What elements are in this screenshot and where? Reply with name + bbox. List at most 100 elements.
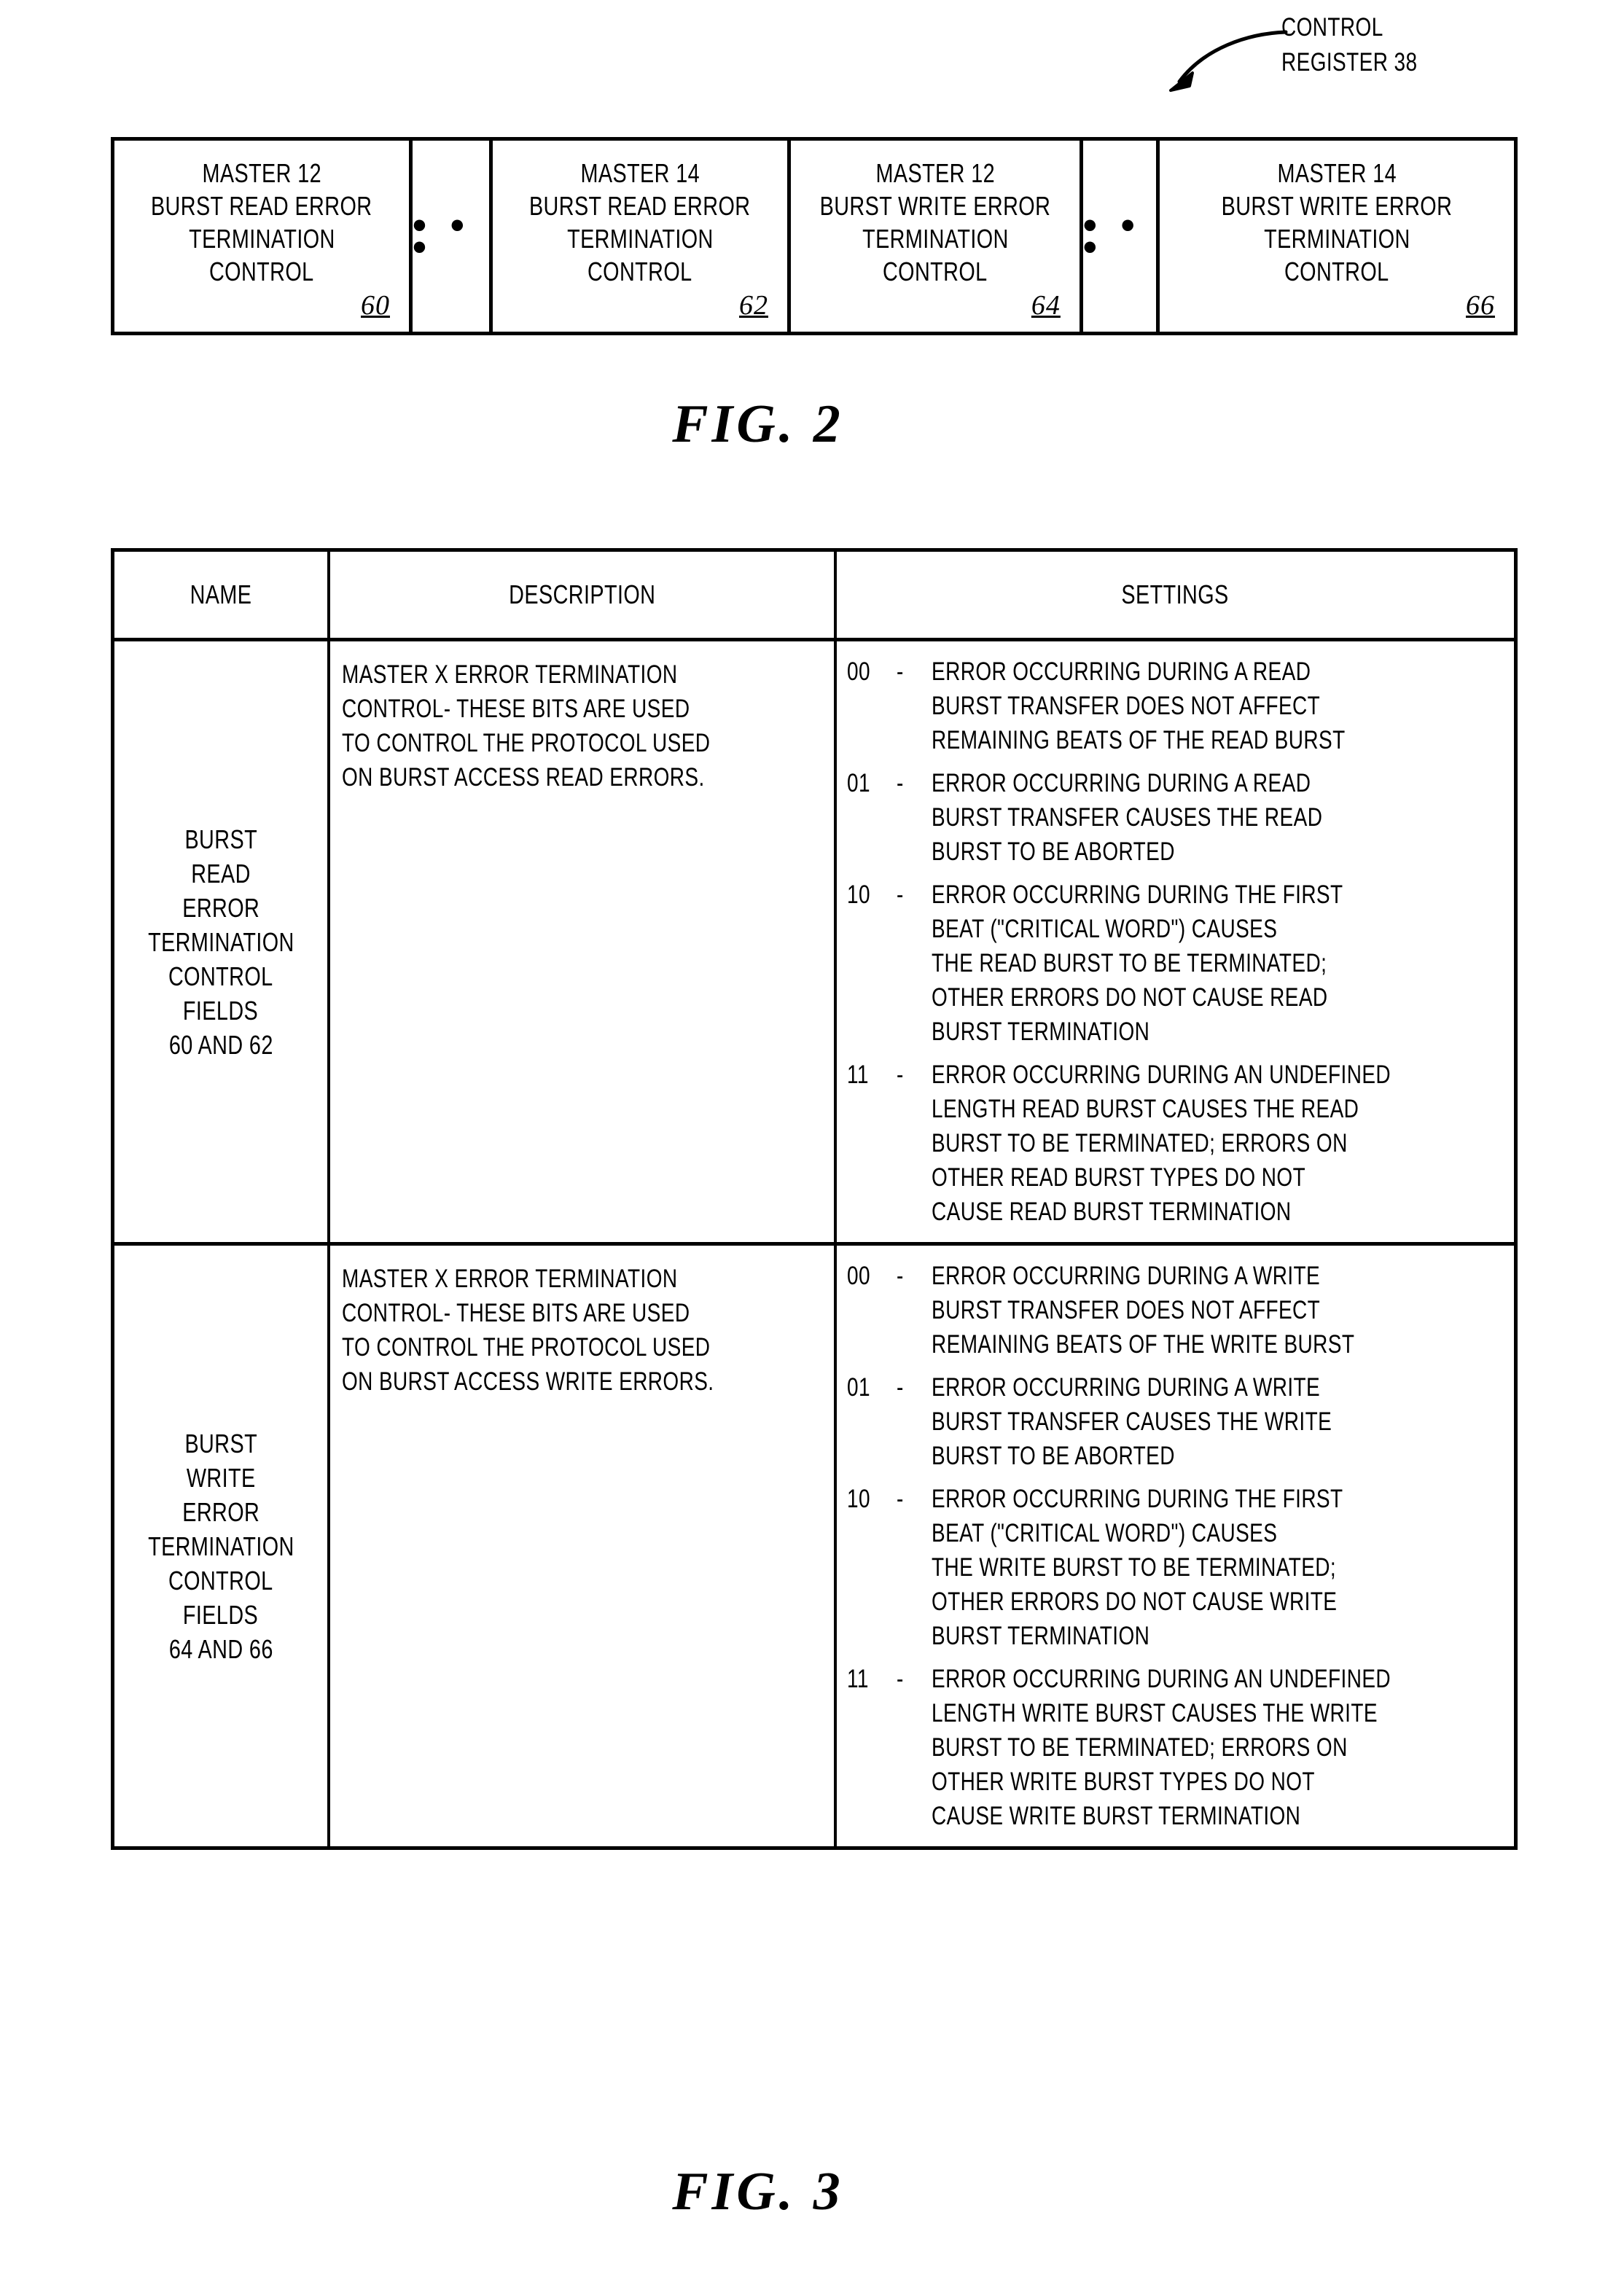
reference-numeral-66: 66 xyxy=(1466,290,1495,321)
setting-line: REMAINING BEATS OF THE READ BURST xyxy=(932,726,1346,754)
register-field-62-line1: MASTER 14 xyxy=(580,158,700,188)
setting-entry-11: 11 - ERROR OCCURRING DURING AN UNDEFINED… xyxy=(847,1662,1514,1833)
register-field-66-line3: TERMINATION xyxy=(1263,224,1410,254)
setting-entry-10: 10 - ERROR OCCURRING DURING THE FIRST BE… xyxy=(847,878,1514,1049)
column-header-settings-label: SETTINGS xyxy=(1121,579,1230,609)
register-field-60-line3: TERMINATION xyxy=(188,224,335,254)
setting-dash: - xyxy=(897,1061,904,1089)
ellipsis-icon: • • • xyxy=(1082,203,1141,269)
setting-line: BURST TRANSFER CAUSES THE WRITE xyxy=(932,1407,1332,1436)
row-description-line: CONTROL- THESE BITS ARE USED xyxy=(342,1299,690,1327)
row-name-line: ERROR xyxy=(181,1496,259,1527)
register-field-66-line2: BURST WRITE ERROR xyxy=(1221,191,1453,221)
setting-line: BURST TO BE ABORTED xyxy=(932,1442,1175,1470)
row-name-line: FIELDS xyxy=(183,1599,259,1630)
setting-code: 00 xyxy=(847,657,870,686)
setting-entry-00: 00 - ERROR OCCURRING DURING A READ BURST… xyxy=(847,655,1514,757)
control-register-38-diagram: MASTER 12 BURST READ ERROR TERMINATION C… xyxy=(111,137,1518,335)
reference-numeral-64: 64 xyxy=(1031,290,1061,321)
ellipsis-icon: • • • xyxy=(413,203,471,269)
row-name-cell-read: BURST READ ERROR TERMINATION CONTROL FIE… xyxy=(114,641,330,1242)
register-field-62-line3: TERMINATION xyxy=(566,224,714,254)
setting-dash: - xyxy=(897,657,904,686)
setting-line: BURST TERMINATION xyxy=(932,1622,1150,1650)
reference-numeral-62: 62 xyxy=(739,290,768,321)
setting-dash: - xyxy=(897,1373,904,1402)
table-row: BURST READ ERROR TERMINATION CONTROL FIE… xyxy=(114,641,1514,1246)
column-header-name: NAME xyxy=(114,552,330,638)
setting-dash: - xyxy=(897,1665,904,1693)
setting-code: 01 xyxy=(847,769,870,797)
ellipsis-separator-write: • • • xyxy=(1083,141,1160,332)
row-name-line: CONTROL xyxy=(168,1565,273,1596)
row-description-line: TO CONTROL THE PROTOCOL USED xyxy=(342,1333,711,1362)
row-name-cell-write: BURST WRITE ERROR TERMINATION CONTROL FI… xyxy=(114,1246,330,1846)
control-register-callout: CONTROL REGISTER 38 xyxy=(1160,10,1612,98)
figure-2-caption: FIG. 2 xyxy=(672,394,844,454)
row-name-line: CONTROL xyxy=(168,961,273,991)
curved-arrow-icon xyxy=(1169,30,1288,92)
setting-line: BURST TRANSFER DOES NOT AFFECT xyxy=(932,1296,1321,1324)
setting-line: BURST TO BE ABORTED xyxy=(932,837,1175,866)
table-row: BURST WRITE ERROR TERMINATION CONTROL FI… xyxy=(114,1246,1514,1846)
register-field-62-line2: BURST READ ERROR xyxy=(529,191,751,221)
setting-line: OTHER ERRORS DO NOT CAUSE READ xyxy=(932,983,1328,1012)
row-description-cell-read: MASTER X ERROR TERMINATION CONTROL- THES… xyxy=(330,641,837,1242)
register-field-66: MASTER 14 BURST WRITE ERROR TERMINATION … xyxy=(1160,141,1514,332)
setting-line: ERROR OCCURRING DURING A WRITE xyxy=(932,1262,1321,1290)
row-description-cell-write: MASTER X ERROR TERMINATION CONTROL- THES… xyxy=(330,1246,837,1846)
row-name-line: READ xyxy=(191,858,251,889)
reference-numeral-60: 60 xyxy=(361,290,390,321)
row-name-line: FIELDS xyxy=(183,995,259,1026)
table-header-row: NAME DESCRIPTION SETTINGS xyxy=(114,552,1514,641)
setting-line: OTHER WRITE BURST TYPES DO NOT xyxy=(932,1768,1315,1796)
setting-line: ERROR OCCURRING DURING THE FIRST xyxy=(932,880,1343,909)
setting-line: THE READ BURST TO BE TERMINATED; xyxy=(932,949,1327,977)
setting-line: LENGTH READ BURST CAUSES THE READ xyxy=(932,1095,1359,1123)
row-settings-cell-read: 00 - ERROR OCCURRING DURING A READ BURST… xyxy=(837,641,1514,1242)
setting-line: BURST TRANSFER CAUSES THE READ xyxy=(932,803,1323,832)
setting-entry-00: 00 - ERROR OCCURRING DURING A WRITE BURS… xyxy=(847,1259,1514,1362)
setting-line: BURST TERMINATION xyxy=(932,1018,1150,1046)
row-name-line: BURST xyxy=(184,1428,257,1458)
setting-line: CAUSE READ BURST TERMINATION xyxy=(932,1198,1292,1226)
setting-code: 10 xyxy=(847,1485,870,1513)
setting-code: 11 xyxy=(847,1665,869,1693)
setting-line: BEAT ("CRITICAL WORD") CAUSES xyxy=(932,1519,1278,1547)
register-field-64-line4: CONTROL xyxy=(883,257,988,286)
register-field-64-line2: BURST WRITE ERROR xyxy=(819,191,1051,221)
setting-entry-11: 11 - ERROR OCCURRING DURING AN UNDEFINED… xyxy=(847,1058,1514,1229)
setting-code: 01 xyxy=(847,1373,870,1402)
setting-line: REMAINING BEATS OF THE WRITE BURST xyxy=(932,1330,1355,1359)
setting-dash: - xyxy=(897,769,904,797)
row-name-line: BURST xyxy=(184,824,257,854)
column-header-name-label: NAME xyxy=(190,579,252,609)
register-field-settings-table: NAME DESCRIPTION SETTINGS BURST READ ERR… xyxy=(111,548,1518,1850)
register-field-64-line1: MASTER 12 xyxy=(875,158,995,188)
setting-line: BEAT ("CRITICAL WORD") CAUSES xyxy=(932,915,1278,943)
callout-label-line1: CONTROL xyxy=(1281,13,1383,42)
row-name-line: TERMINATION xyxy=(147,926,294,957)
row-description-line: ON BURST ACCESS READ ERRORS. xyxy=(342,763,705,792)
register-field-66-line4: CONTROL xyxy=(1284,257,1389,286)
callout-label-line2: REGISTER 38 xyxy=(1281,48,1418,77)
row-description-line: TO CONTROL THE PROTOCOL USED xyxy=(342,729,711,757)
figure-3-caption: FIG. 3 xyxy=(672,2162,844,2222)
ellipsis-separator-read: • • • xyxy=(413,141,493,332)
setting-entry-01: 01 - ERROR OCCURRING DURING A READ BURST… xyxy=(847,766,1514,869)
setting-line: LENGTH WRITE BURST CAUSES THE WRITE xyxy=(932,1699,1378,1727)
register-field-62: MASTER 14 BURST READ ERROR TERMINATION C… xyxy=(493,141,791,332)
row-name-line: 60 AND 62 xyxy=(168,1029,273,1060)
register-field-60-line2: BURST READ ERROR xyxy=(151,191,372,221)
setting-line: ERROR OCCURRING DURING AN UNDEFINED xyxy=(932,1061,1391,1089)
setting-line: BURST TO BE TERMINATED; ERRORS ON xyxy=(932,1733,1348,1762)
setting-dash: - xyxy=(897,1485,904,1513)
setting-line: ERROR OCCURRING DURING AN UNDEFINED xyxy=(932,1665,1391,1693)
column-header-description-label: DESCRIPTION xyxy=(508,579,656,609)
setting-dash: - xyxy=(897,880,904,909)
setting-line: BURST TO BE TERMINATED; ERRORS ON xyxy=(932,1129,1348,1157)
register-field-64: MASTER 12 BURST WRITE ERROR TERMINATION … xyxy=(791,141,1083,332)
row-description-line: CONTROL- THESE BITS ARE USED xyxy=(342,695,690,723)
setting-line: ERROR OCCURRING DURING A READ xyxy=(932,657,1311,686)
register-field-64-line3: TERMINATION xyxy=(862,224,1009,254)
